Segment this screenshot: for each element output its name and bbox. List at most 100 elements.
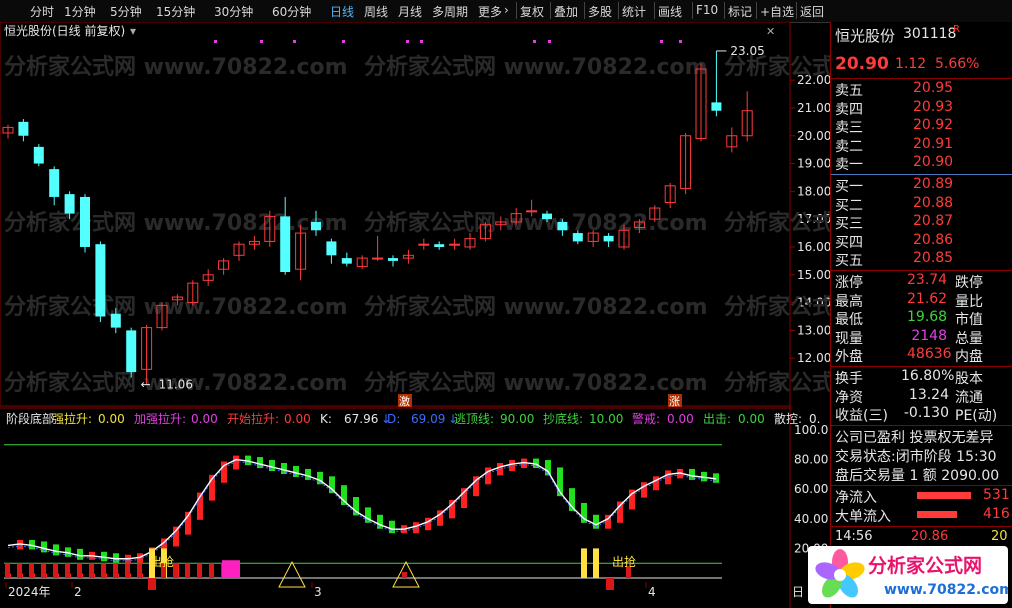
ask-row-2: 卖三 20.92 xyxy=(835,117,1009,136)
indicator-item-label: K: xyxy=(320,412,332,426)
indicator-item-label: 警戒: xyxy=(632,411,660,426)
toolbar-action-3[interactable]: 统计 xyxy=(622,3,646,20)
ask-price: 20.92 xyxy=(913,117,954,134)
toolbar-action-5[interactable]: F10 xyxy=(696,3,718,17)
toolbar-action-2[interactable]: 多股 xyxy=(588,3,612,20)
price-tick-label: 21.00 xyxy=(797,101,830,115)
toolbar-action-8[interactable]: 返回 xyxy=(800,3,824,20)
toolbar-action-6[interactable]: 标记 xyxy=(728,3,752,20)
indicator-item-label: 出击: xyxy=(703,412,731,426)
bid-label: 买二 xyxy=(835,197,863,214)
candle-body xyxy=(711,102,722,111)
stat2-row-2: 收益(三) -0.130 PE(动) xyxy=(835,405,1012,424)
stat2-value: 16.80% xyxy=(901,368,955,384)
low-label: 11.06 xyxy=(159,377,193,391)
period-tab-8[interactable]: 月线 xyxy=(398,3,422,20)
stat-row-1: 最高 21.62 量比 xyxy=(835,291,1012,310)
ask-row-1: 卖四 20.93 xyxy=(835,99,1009,118)
stat-row-0: 涨停 23.74 跌停 xyxy=(835,272,1012,291)
period-tab-2[interactable]: 5分钟 xyxy=(110,3,142,20)
period-tab-4[interactable]: 30分钟 xyxy=(214,3,253,20)
trend-bar xyxy=(509,460,515,471)
period-tab-5[interactable]: 60分钟 xyxy=(272,3,311,20)
period-tab-3[interactable]: 15分钟 xyxy=(156,3,195,20)
candle-body xyxy=(18,121,29,136)
watermark-text: 分析家公式网 www.70822.com xyxy=(4,210,348,236)
bid-price: 20.89 xyxy=(913,176,954,192)
stat-value: 48636 xyxy=(907,346,952,363)
close-icon: ✕ xyxy=(766,25,775,38)
info-line-1: 交易状态:闭市阶段 15:30 xyxy=(835,448,997,465)
stock-code: 301118 xyxy=(903,26,957,42)
bottom-bar xyxy=(29,563,34,578)
bottom-bar xyxy=(65,563,70,578)
signal-dot xyxy=(660,40,663,43)
ask-row-3: 卖二 20.91 xyxy=(835,136,1009,155)
more-arrow-icon[interactable]: › xyxy=(504,3,509,17)
toolbar-action-4[interactable]: 画线 xyxy=(658,3,682,20)
candle-body xyxy=(449,243,461,246)
bottom-bar xyxy=(137,563,142,578)
watermark-text: 分析家公式网 www.70822.com xyxy=(364,210,708,236)
indicator-item-value: 90.00 xyxy=(500,412,534,426)
candle-body xyxy=(372,257,384,260)
alert-block xyxy=(222,560,240,578)
candle-body xyxy=(311,221,321,231)
bid-row-4: 买五 20.85 xyxy=(835,250,1009,269)
toolbar-action-0[interactable]: 复权 xyxy=(520,3,544,20)
candle-body xyxy=(341,258,352,264)
period-tab-1[interactable]: 1分钟 xyxy=(64,3,96,20)
stat2-label: 换手 xyxy=(835,371,863,387)
period-corner-label: 日 xyxy=(792,585,804,599)
logo-text: 分析家公式网 xyxy=(868,554,982,577)
bid-label: 买三 xyxy=(835,216,863,233)
bid-price: 20.85 xyxy=(913,250,954,267)
ask-label: 卖二 xyxy=(835,138,863,155)
bid-row-1: 买二 20.88 xyxy=(835,195,1009,214)
divider xyxy=(831,174,1012,175)
stat-label-2: 量比 xyxy=(955,293,983,310)
candle-body xyxy=(557,221,568,231)
trend-bar xyxy=(545,460,551,476)
indicator-item-value: 69.09 xyxy=(411,412,445,426)
candle-body xyxy=(572,233,583,242)
candle-body xyxy=(126,330,137,373)
period-tab-0[interactable]: 分时 xyxy=(30,3,54,20)
candle-body xyxy=(418,243,430,246)
bottom-bar xyxy=(89,563,94,578)
divider xyxy=(831,270,1012,271)
indicator-item-value: 0.00 xyxy=(191,412,218,426)
toolbar-action-1[interactable]: 叠加 xyxy=(554,3,578,20)
period-tab-6[interactable]: 日线 xyxy=(330,3,354,20)
stat-label: 最低 xyxy=(835,312,863,329)
watermark-text: 分析家公式网 www.70822.com xyxy=(724,370,830,396)
indicator-item-label: 抄底线: xyxy=(543,411,583,426)
quote-panel: 恒光股份 301118 R 20.90 1.12 5.66% 卖五 20.95 卖四 20.93 卖… xyxy=(830,22,1012,608)
toolbar-action-7[interactable]: +自选 xyxy=(760,3,794,20)
price-tick-label: 12.00 xyxy=(797,351,830,365)
indicator-item-label: 强拉升: xyxy=(52,411,92,426)
price-change-pct: 5.66% xyxy=(935,56,980,72)
bid-row-0: 买一 20.89 xyxy=(835,176,1009,195)
candle-body xyxy=(326,241,337,256)
flow-label: 净流入 xyxy=(835,489,877,506)
stat-label: 最高 xyxy=(835,293,863,310)
bottom-bar xyxy=(101,563,106,578)
period-tab-10[interactable]: 更多 xyxy=(478,3,502,20)
flow-row-0: 净流入 531 xyxy=(835,487,1012,506)
bottom-bar xyxy=(5,563,10,578)
bid-label: 买五 xyxy=(835,253,863,270)
flow-value: 416 xyxy=(983,505,1010,522)
below-bar xyxy=(606,578,614,590)
tag-ji: 激 xyxy=(399,394,410,408)
dropdown-icon: ▾ xyxy=(130,24,136,38)
period-tab-9[interactable]: 多周期 xyxy=(432,3,468,20)
indicator-item-value: 0.00 xyxy=(98,412,125,426)
chart-title: 恒光股份(日线 前复权) xyxy=(4,23,125,38)
stat-row-4: 外盘 48636 内盘 xyxy=(835,346,1012,365)
signal-bar xyxy=(593,548,599,578)
watermark-text: 分析家公式网 www.70822.com xyxy=(4,54,348,80)
ask-label: 卖三 xyxy=(835,120,863,137)
period-tab-7[interactable]: 周线 xyxy=(364,3,388,20)
watermark-text: 分析家公式网 www.70822.com xyxy=(364,370,708,396)
